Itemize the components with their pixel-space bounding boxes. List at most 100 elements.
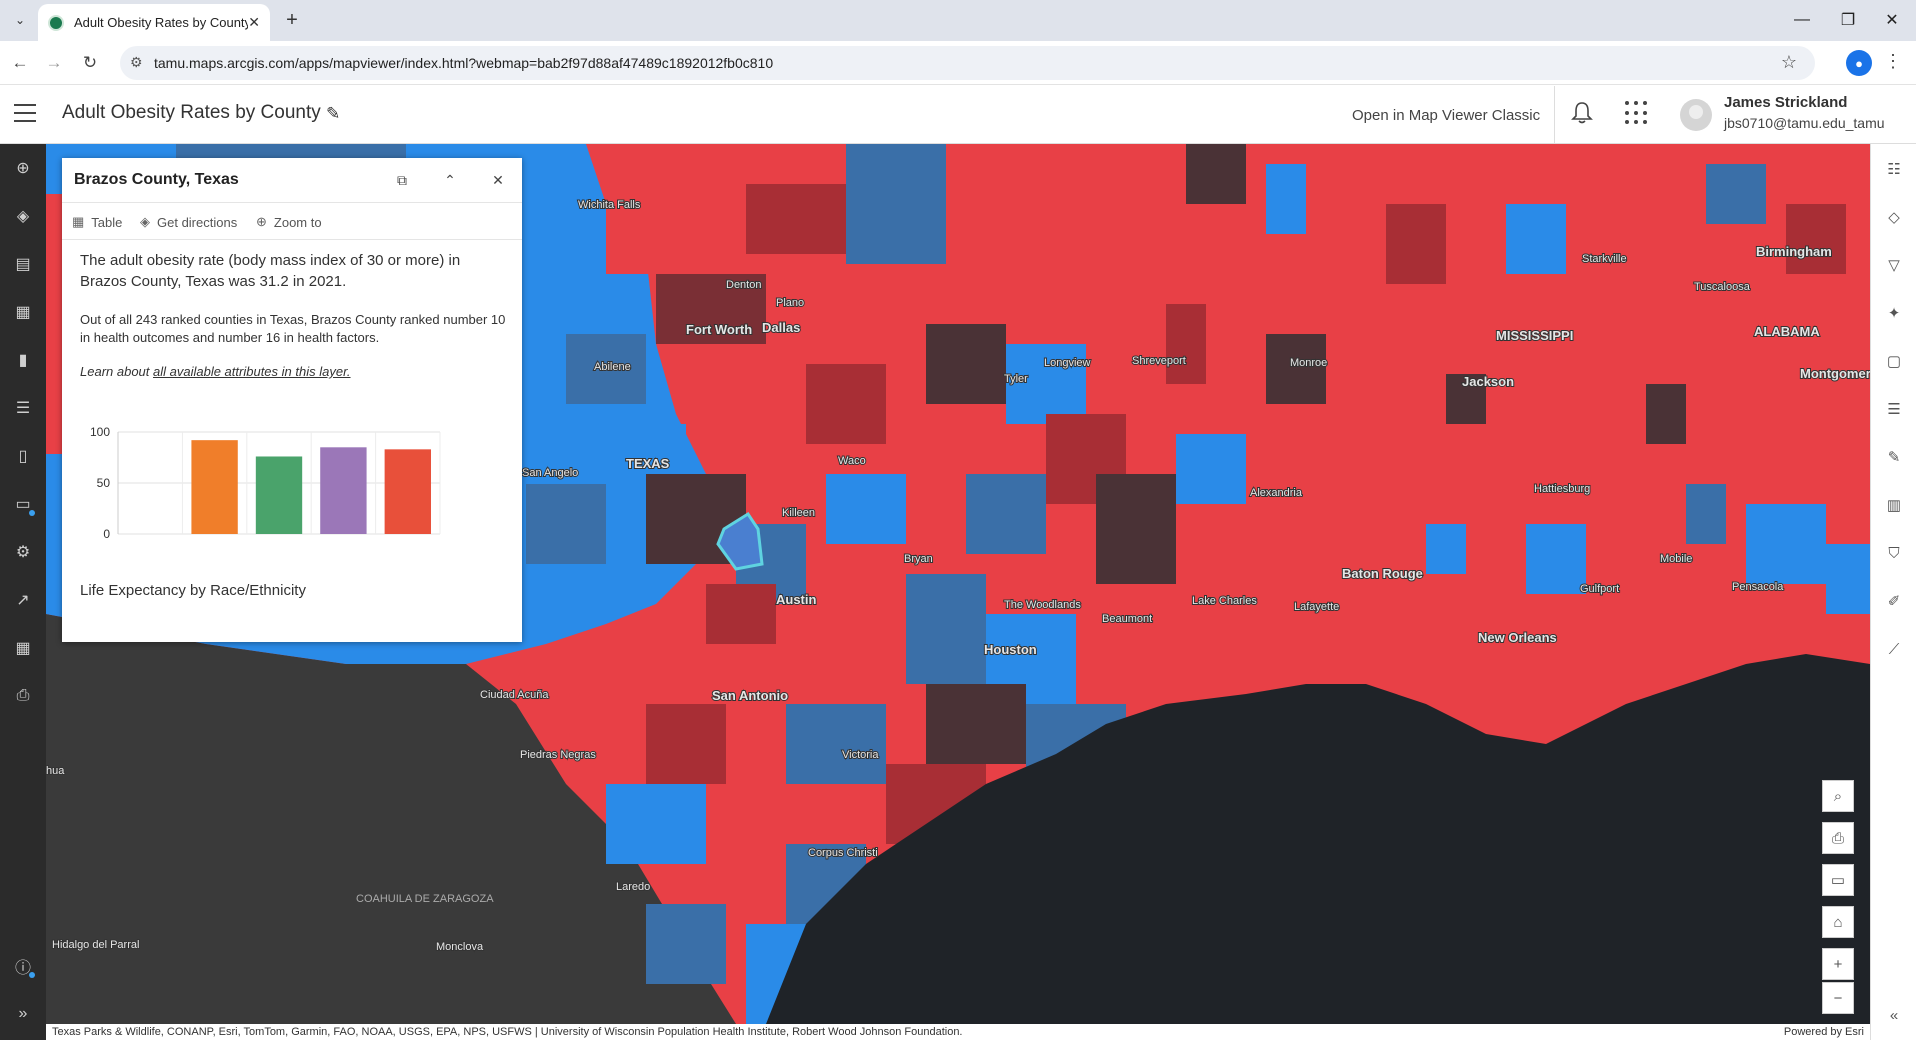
- browser-tab[interactable]: Adult Obesity Rates by County ✕: [38, 4, 270, 41]
- browser-tab-bar: ⌄ Adult Obesity Rates by County ✕ + — ❐ …: [0, 0, 1916, 41]
- close-popup-icon[interactable]: ✕: [488, 170, 508, 190]
- directions-icon: ◈: [140, 214, 150, 229]
- zoom-action-label: Zoom to: [273, 214, 322, 230]
- expand-icon[interactable]: »: [11, 1002, 35, 1026]
- chart-bar: [384, 449, 431, 534]
- label-baton-rouge: Baton Rouge: [1342, 566, 1423, 581]
- info-icon[interactable]: ⓘ: [11, 954, 35, 978]
- tab-search-button[interactable]: ⌄: [8, 8, 32, 32]
- measure-icon[interactable]: ⟋: [1883, 638, 1905, 660]
- legend-icon[interactable]: ☰: [11, 396, 35, 420]
- label-austin: Austin: [776, 592, 817, 607]
- labels-icon[interactable]: ☰: [1883, 398, 1905, 420]
- y-tick-label: 50: [97, 476, 111, 490]
- hamburger-menu-icon[interactable]: [14, 104, 36, 122]
- label-san-antonio: San Antonio: [712, 688, 788, 703]
- apps-icon[interactable]: ▦: [11, 636, 35, 660]
- chart-bar: [255, 456, 303, 534]
- dock-popup-icon[interactable]: ⧉: [392, 170, 412, 190]
- reload-button[interactable]: ↻: [78, 51, 102, 75]
- table-icon[interactable]: ▤: [11, 252, 35, 276]
- styles-icon[interactable]: ◇: [1883, 206, 1905, 228]
- attributes-link[interactable]: all available attributes in this layer.: [153, 364, 351, 379]
- settings-icon[interactable]: ⚙: [11, 540, 35, 564]
- forward-button[interactable]: →: [42, 51, 66, 75]
- back-button[interactable]: ←: [8, 51, 32, 75]
- open-classic-link[interactable]: Open in Map Viewer Classic: [1352, 107, 1540, 124]
- y-tick-label: 100: [90, 425, 110, 439]
- url-text: tamu.maps.arcgis.com/apps/mapviewer/inde…: [154, 55, 774, 71]
- print-button[interactable]: ⎙: [1822, 822, 1854, 854]
- site-info-icon[interactable]: ⚙: [130, 54, 143, 71]
- table-action[interactable]: ▦ Table: [72, 214, 122, 230]
- collapse-popup-icon[interactable]: ⌃: [440, 170, 460, 190]
- label-denton: Denton: [726, 279, 761, 291]
- popups-icon[interactable]: ▢: [1883, 350, 1905, 372]
- basemap-icon[interactable]: ▦: [11, 300, 35, 324]
- label-piedras-negras: Piedras Negras: [520, 749, 596, 761]
- share-icon[interactable]: ↗: [11, 588, 35, 612]
- label-wichita-falls: Wichita Falls: [578, 199, 641, 211]
- label-monclova: Monclova: [436, 941, 484, 953]
- zoom-out-button[interactable]: −: [1822, 982, 1854, 1014]
- minimize-button[interactable]: —: [1782, 8, 1822, 32]
- collapse-icon[interactable]: «: [1883, 1004, 1905, 1026]
- attribution-text: Texas Parks & Wildlife, CONANP, Esri, To…: [52, 1026, 963, 1038]
- save-icon[interactable]: ▭: [11, 492, 35, 516]
- label-shreveport: Shreveport: [1132, 355, 1186, 367]
- routing-icon[interactable]: ⛉: [1883, 542, 1905, 564]
- label-coahuila: COAHUILA DE ZARAGOZA: [356, 893, 494, 905]
- label-corpus-christi: Corpus Christi: [808, 847, 878, 859]
- zoom-in-button[interactable]: +: [1822, 948, 1854, 980]
- label-tyler: Tyler: [1004, 373, 1028, 385]
- feature-popup: Brazos County, Texas ⧉ ⌃ ✕ ▦ Table ◈ Get d…: [62, 158, 522, 642]
- popup-title: Brazos County, Texas: [74, 171, 239, 188]
- favicon-icon: [48, 14, 64, 31]
- label-san-angelo: San Angelo: [522, 467, 578, 479]
- label-bryan: Bryan: [904, 553, 933, 565]
- avatar[interactable]: [1680, 99, 1712, 131]
- obesity-rate-text: The adult obesity rate (body mass index …: [80, 252, 461, 290]
- map-attribution: Texas Parks & Wildlife, CONANP, Esri, To…: [46, 1024, 1870, 1040]
- left-toolbar: ⊕ ◈ ▤ ▦ ▮ ☰ ▯ ▭ ⚙ ↗ ▦ ⎙ ⓘ »: [0, 144, 46, 1040]
- analysis-icon[interactable]: ▥: [1883, 494, 1905, 516]
- directions-action[interactable]: ◈ Get directions: [140, 214, 237, 230]
- close-window-button[interactable]: ✕: [1872, 8, 1912, 32]
- notifications-bell-icon[interactable]: [1570, 100, 1596, 126]
- sketch-icon[interactable]: ✐: [1883, 590, 1905, 612]
- filter-icon[interactable]: ▽: [1883, 254, 1905, 276]
- label-hidalgo: Hidalgo del Parral: [52, 939, 139, 951]
- print-icon[interactable]: ⎙: [11, 684, 35, 708]
- properties-icon[interactable]: ☷: [1883, 158, 1905, 180]
- label-new-orleans: New Orleans: [1478, 630, 1557, 645]
- label-abilene: Abilene: [594, 361, 631, 373]
- layers-icon[interactable]: ◈: [11, 204, 35, 228]
- bookmarks-icon[interactable]: ▯: [11, 444, 35, 468]
- zoom-to-action[interactable]: ⊕ Zoom to: [256, 214, 322, 230]
- popup-actions: ▦ Table ◈ Get directions ⊕ Zoom to: [62, 202, 522, 240]
- label-houston: Houston: [984, 642, 1037, 657]
- browser-menu-icon[interactable]: ⋮: [1884, 51, 1902, 72]
- effects-icon[interactable]: ✦: [1883, 302, 1905, 324]
- home-button[interactable]: ⌂: [1822, 906, 1854, 938]
- close-tab-icon[interactable]: ✕: [248, 14, 260, 31]
- charts-icon[interactable]: ▮: [11, 348, 35, 372]
- label-the-woodlands: The Woodlands: [1004, 599, 1081, 611]
- life-expectancy-chart: 100 50 0: [90, 425, 441, 541]
- label-texas: TEXAS: [626, 456, 670, 471]
- search-button[interactable]: ⌕: [1822, 780, 1854, 812]
- screen-button[interactable]: ▭: [1822, 864, 1854, 896]
- add-icon[interactable]: ⊕: [11, 156, 35, 180]
- profile-icon[interactable]: ●: [1846, 50, 1872, 76]
- new-tab-button[interactable]: +: [280, 8, 304, 32]
- y-tick-label: 0: [103, 527, 110, 541]
- edit-title-icon[interactable]: ✎: [326, 104, 340, 124]
- powered-by-esri[interactable]: Powered by Esri: [1783, 1024, 1870, 1040]
- label-victoria: Victoria: [842, 749, 879, 761]
- app-launcher-icon[interactable]: [1625, 101, 1649, 125]
- bookmark-star-icon[interactable]: ☆: [1781, 52, 1797, 73]
- restore-button[interactable]: ❐: [1828, 8, 1868, 32]
- zoom-icon: ⊕: [256, 214, 267, 229]
- edit-icon[interactable]: ✎: [1883, 446, 1905, 468]
- address-bar[interactable]: ⚙ tamu.maps.arcgis.com/apps/mapviewer/in…: [120, 46, 1815, 80]
